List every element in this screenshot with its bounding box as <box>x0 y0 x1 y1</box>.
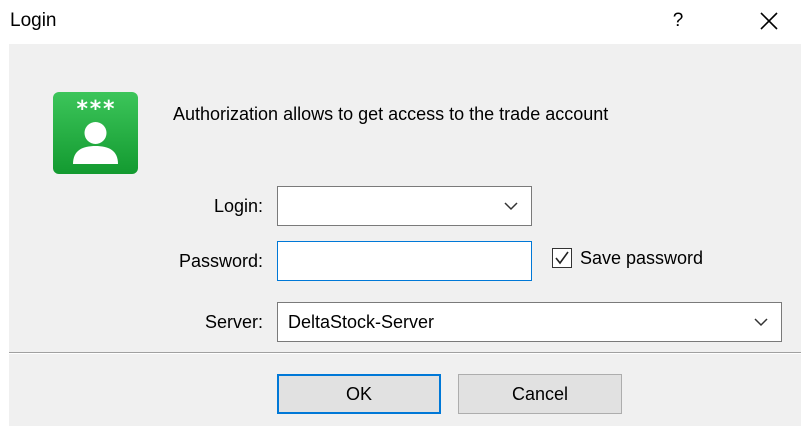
server-value: DeltaStock-Server <box>288 312 435 332</box>
server-label: Server: <box>204 312 263 332</box>
close-icon[interactable] <box>754 6 784 36</box>
password-field[interactable] <box>277 241 532 281</box>
login-combobox[interactable] <box>277 186 532 226</box>
chevron-down-icon[interactable] <box>504 201 518 211</box>
checkbox-box[interactable] <box>552 248 572 268</box>
save-password-label: Save password <box>580 248 704 268</box>
server-combobox[interactable]: DeltaStock-Server <box>277 302 782 342</box>
description-text: Authorization allows to get access to th… <box>173 104 609 124</box>
chevron-down-icon[interactable] <box>754 317 768 327</box>
help-button[interactable]: ? <box>666 8 690 34</box>
login-dialog: Login ? *** Authorization allows to get … <box>0 0 801 426</box>
login-label: Login: <box>213 196 263 216</box>
dialog-body: *** Authorization allows to get access t… <box>9 44 801 426</box>
cancel-button[interactable]: Cancel <box>458 374 622 414</box>
password-label: Password: <box>178 251 263 271</box>
icon-stars: *** <box>76 97 116 122</box>
title-bar: Login ? <box>0 0 801 44</box>
ok-button[interactable]: OK <box>277 374 441 414</box>
user-password-icon: *** <box>53 92 138 174</box>
window-title: Login <box>10 10 57 31</box>
separator-highlight <box>9 353 801 354</box>
